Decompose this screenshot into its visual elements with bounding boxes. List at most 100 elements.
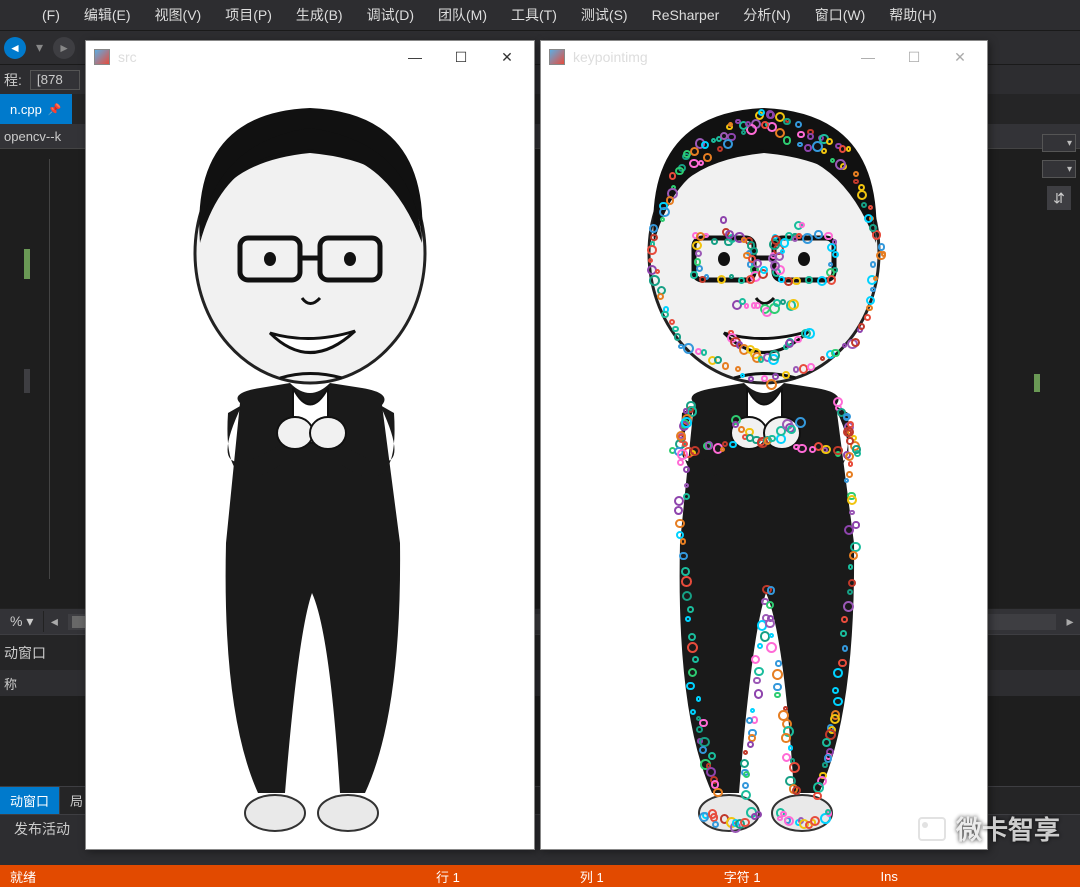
keypoint-marker bbox=[695, 250, 702, 257]
rail-expand-icon[interactable]: ⇵ bbox=[1047, 186, 1071, 210]
keypoint-marker bbox=[795, 417, 806, 428]
keypoint-marker bbox=[701, 141, 709, 149]
menu-tools[interactable]: 工具(T) bbox=[499, 1, 569, 29]
window-keypointimg[interactable]: keypointimg — ☐ ✕ bbox=[540, 40, 988, 850]
keypoint-marker bbox=[705, 441, 713, 449]
keypoint-marker bbox=[647, 245, 657, 255]
keypoint-marker bbox=[833, 668, 843, 678]
window-src[interactable]: src — ☐ ✕ bbox=[85, 40, 535, 850]
status-ins: Ins bbox=[881, 869, 898, 884]
keypoint-marker bbox=[699, 276, 705, 282]
keypoint-marker bbox=[852, 445, 860, 453]
keypoint-marker bbox=[842, 645, 849, 652]
menu-build[interactable]: 生成(B) bbox=[284, 1, 355, 29]
keypoint-marker bbox=[789, 762, 800, 773]
zoom-dropdown[interactable]: % ▾ bbox=[0, 611, 44, 632]
keypoint-marker bbox=[748, 376, 754, 382]
keypoint-marker bbox=[711, 238, 718, 245]
keypoint-marker bbox=[758, 109, 765, 116]
keypoint-marker bbox=[781, 733, 790, 742]
keypoint-marker bbox=[793, 444, 799, 450]
right-rail: ▾ ▾ ⇵ bbox=[1038, 64, 1080, 624]
status-char: 字符 1 bbox=[724, 867, 761, 886]
keypoint-marker bbox=[805, 276, 813, 284]
keypoint-marker bbox=[743, 750, 748, 755]
minimize-button[interactable]: — bbox=[849, 43, 887, 71]
keypoint-marker bbox=[649, 275, 660, 286]
process-input[interactable] bbox=[30, 70, 80, 90]
keypoint-marker bbox=[775, 660, 782, 667]
keypoint-marker bbox=[767, 586, 775, 594]
otab-publish[interactable]: 发布活动 bbox=[0, 815, 84, 842]
subtab-autos[interactable]: 动窗口 bbox=[0, 787, 60, 814]
menu-team[interactable]: 团队(M) bbox=[426, 1, 499, 29]
keypoint-marker bbox=[780, 238, 790, 248]
keypoint-marker bbox=[788, 299, 799, 310]
menu-debug[interactable]: 调试(D) bbox=[355, 1, 426, 29]
close-button[interactable]: ✕ bbox=[941, 43, 979, 71]
nav-forward-button[interactable]: ► bbox=[53, 37, 75, 59]
keypoint-marker bbox=[835, 159, 846, 170]
keypoint-marker bbox=[685, 616, 691, 622]
keypoint-marker bbox=[650, 234, 658, 242]
keypoint-marker bbox=[809, 446, 816, 453]
keypoint-marker bbox=[870, 287, 875, 292]
keypoint-marker bbox=[699, 746, 707, 754]
keypoint-marker bbox=[766, 642, 777, 653]
keypoint-marker bbox=[772, 373, 779, 380]
pin-icon[interactable]: 📌 bbox=[48, 103, 62, 116]
keypoint-marker bbox=[814, 230, 822, 238]
menu-project[interactable]: 项目(P) bbox=[213, 1, 284, 29]
rail-dropdown-2[interactable]: ▾ bbox=[1042, 160, 1076, 178]
keypoint-marker bbox=[769, 350, 780, 361]
keypoint-marker bbox=[851, 338, 860, 347]
menu-edit[interactable]: 编辑(E) bbox=[72, 1, 143, 29]
keypoint-marker bbox=[843, 601, 854, 612]
keypoint-marker bbox=[765, 619, 775, 629]
keypoint-marker bbox=[712, 821, 719, 828]
maximize-button[interactable]: ☐ bbox=[442, 43, 480, 71]
cartoon-figure-kp bbox=[584, 73, 944, 843]
scroll-left-icon[interactable]: ◂ bbox=[44, 613, 64, 630]
titlebar-keypointimg[interactable]: keypointimg — ☐ ✕ bbox=[541, 41, 987, 73]
menu-window[interactable]: 窗口(W) bbox=[803, 1, 878, 29]
rail-dropdown-1[interactable]: ▾ bbox=[1042, 134, 1076, 152]
keypoint-marker bbox=[774, 692, 781, 699]
minimap-marker bbox=[1034, 374, 1040, 392]
status-bar: 就绪 行 1 列 1 字符 1 Ins bbox=[0, 865, 1080, 887]
menu-analyze[interactable]: 分析(N) bbox=[731, 1, 802, 29]
minimap[interactable] bbox=[1034, 254, 1040, 614]
keypoint-marker bbox=[784, 277, 792, 285]
tab-label: n.cpp bbox=[10, 102, 42, 117]
menu-resharper[interactable]: ReSharper bbox=[640, 3, 732, 27]
watermark-text: 微卡智享 bbox=[956, 810, 1060, 847]
keypoint-marker bbox=[683, 408, 688, 413]
keypoint-marker bbox=[722, 362, 730, 370]
keypoint-marker bbox=[766, 379, 777, 390]
status-line: 行 1 bbox=[436, 867, 460, 886]
menu-test[interactable]: 测试(S) bbox=[569, 1, 640, 29]
keypoint-marker bbox=[881, 251, 887, 257]
keypoint-marker bbox=[687, 642, 698, 653]
nav-back-button[interactable]: ◄ bbox=[4, 37, 26, 59]
tab-main-cpp[interactable]: n.cpp 📌 bbox=[0, 94, 72, 124]
menu-help[interactable]: 帮助(H) bbox=[877, 1, 948, 29]
keypoint-marker bbox=[750, 708, 755, 713]
minimize-button[interactable]: — bbox=[396, 43, 434, 71]
keypoint-marker bbox=[849, 551, 858, 560]
keypoint-marker bbox=[822, 762, 828, 768]
titlebar-src[interactable]: src — ☐ ✕ bbox=[86, 41, 534, 73]
keypoint-marker bbox=[687, 606, 694, 613]
maximize-button[interactable]: ☐ bbox=[895, 43, 933, 71]
keypoint-marker bbox=[742, 782, 749, 789]
menu-file[interactable]: (F) bbox=[30, 3, 72, 27]
keypoint-marker bbox=[740, 818, 750, 828]
keypoint-marker bbox=[831, 349, 840, 358]
menu-view[interactable]: 视图(V) bbox=[143, 1, 214, 29]
keypoint-marker bbox=[741, 130, 746, 135]
keypoint-marker bbox=[659, 207, 669, 217]
close-button[interactable]: ✕ bbox=[488, 43, 526, 71]
keypoint-marker bbox=[679, 552, 687, 560]
keypoint-marker bbox=[735, 366, 741, 372]
keypoint-marker bbox=[688, 668, 697, 677]
